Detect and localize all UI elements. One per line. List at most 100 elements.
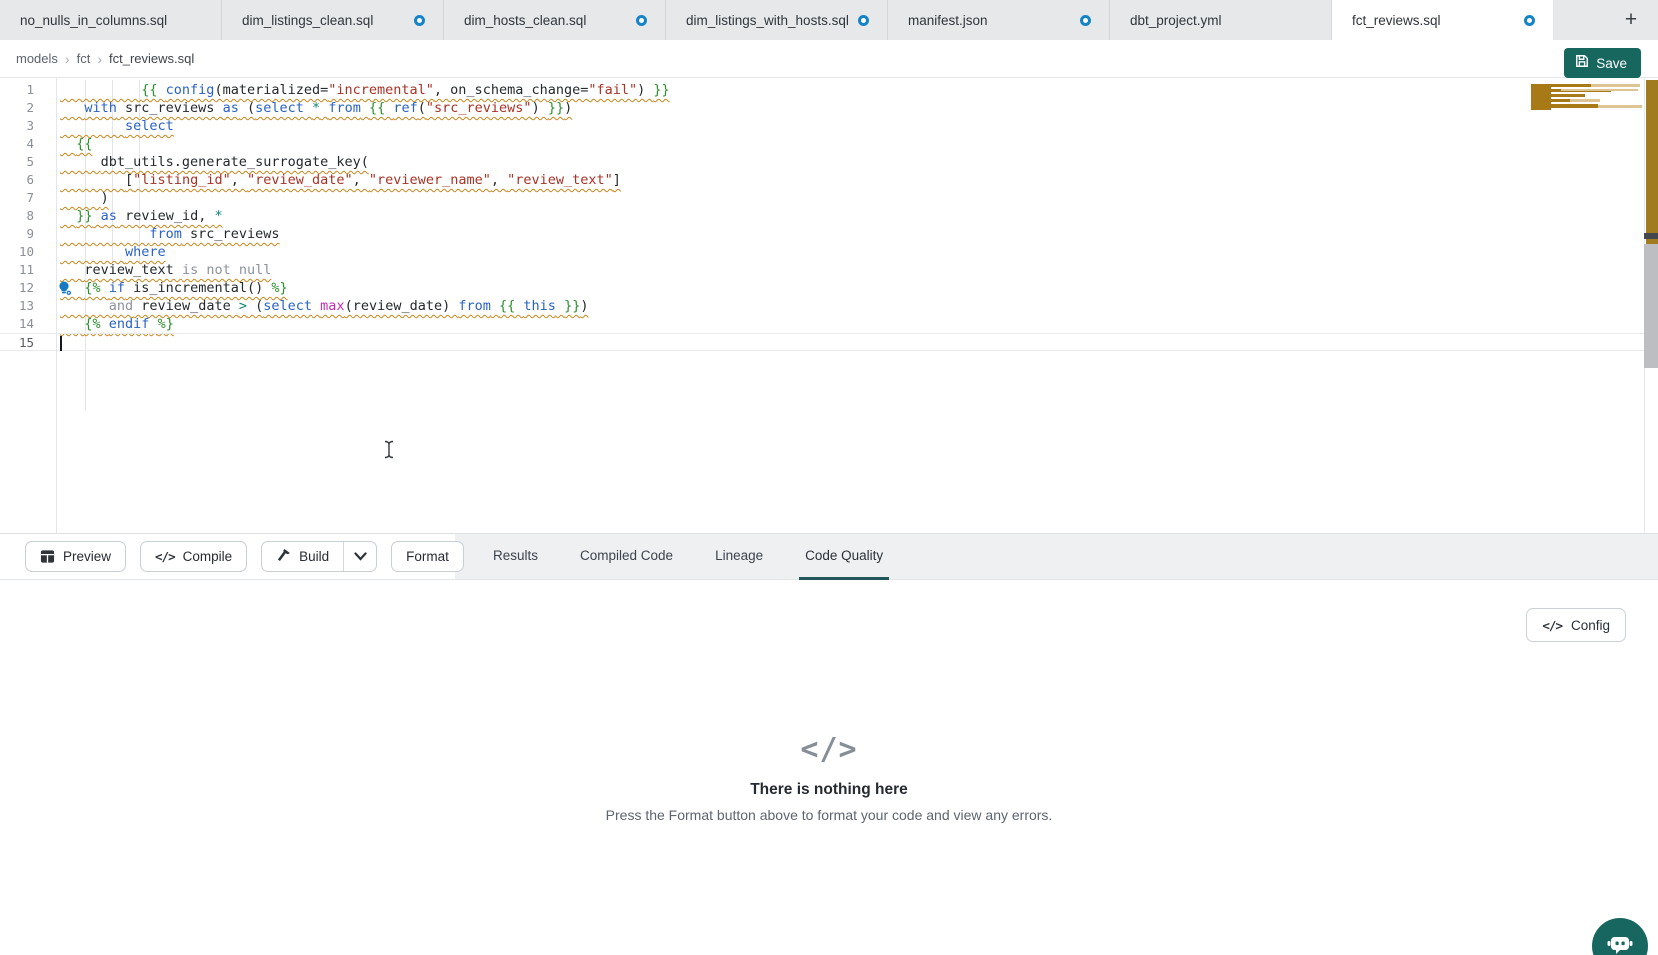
file-tab[interactable]: dbt_project.yml bbox=[1110, 0, 1332, 40]
result-tab-code-quality[interactable]: Code Quality bbox=[799, 534, 889, 580]
empty-state-title: There is nothing here bbox=[0, 781, 1658, 799]
plus-icon: + bbox=[1625, 8, 1637, 32]
code-line[interactable]: 1 {{ config(materialized="incremental", … bbox=[0, 81, 1644, 99]
file-tab-label: dim_hosts_clean.sql bbox=[464, 13, 586, 28]
action-buttons: Preview </> Compile Build bbox=[25, 541, 464, 572]
build-button-group: Build bbox=[261, 541, 377, 572]
compile-button[interactable]: </> Compile bbox=[140, 541, 247, 572]
breadcrumb-item[interactable]: fct_reviews.sql bbox=[109, 51, 194, 66]
line-number: 7 bbox=[0, 189, 34, 207]
build-button[interactable]: Build bbox=[262, 542, 343, 571]
file-tab[interactable]: manifest.json bbox=[888, 0, 1110, 40]
format-button[interactable]: Format bbox=[391, 541, 464, 572]
code-line-content: {% if is_incremental() %} bbox=[60, 280, 288, 296]
code-line-content: with src_reviews as (select * from {{ re… bbox=[60, 100, 572, 116]
scrollbar-thumb-marker[interactable] bbox=[1644, 233, 1658, 239]
line-number: 3 bbox=[0, 117, 34, 135]
build-options-button[interactable] bbox=[343, 542, 376, 571]
gutter-divider bbox=[56, 78, 57, 533]
chevron-down-icon bbox=[354, 548, 367, 566]
line-number: 13 bbox=[0, 297, 34, 315]
file-tab[interactable]: no_nulls_in_columns.sql bbox=[0, 0, 222, 40]
line-number: 12 bbox=[0, 279, 34, 297]
empty-state: </> There is nothing here Press the Form… bbox=[0, 580, 1658, 823]
line-number: 10 bbox=[0, 243, 34, 261]
format-button-label: Format bbox=[406, 549, 449, 564]
code-editor[interactable]: 1 {{ config(materialized="incremental", … bbox=[0, 78, 1658, 533]
code-line[interactable]: 2 with src_reviews as (select * from {{ … bbox=[0, 99, 1644, 117]
code-line-content: dbt_utils.generate_surrogate_key( bbox=[60, 154, 369, 170]
file-tab[interactable]: fct_reviews.sql bbox=[1332, 0, 1554, 40]
code-icon: </> bbox=[155, 549, 175, 564]
code-line[interactable]: 9 from src_reviews bbox=[0, 225, 1644, 243]
code-line[interactable]: 12 {% if is_incremental() %} bbox=[0, 279, 1644, 297]
breadcrumb-bar: models › fct › fct_reviews.sql Save bbox=[0, 40, 1658, 78]
file-tab[interactable]: dim_listings_clean.sql bbox=[222, 0, 444, 40]
code-line[interactable]: 13 and review_date > (select max(review_… bbox=[0, 297, 1644, 315]
save-button-label: Save bbox=[1596, 56, 1627, 71]
code-line-content: review_text is not null bbox=[60, 262, 271, 278]
breadcrumb-separator: › bbox=[97, 51, 102, 67]
file-tab-label: dim_listings_with_hosts.sql bbox=[686, 13, 848, 28]
text-cursor-pointer bbox=[383, 440, 395, 464]
new-tab-button[interactable]: + bbox=[1616, 0, 1646, 40]
line-number: 9 bbox=[0, 225, 34, 243]
code-line[interactable]: 8 }} as review_id, * bbox=[0, 207, 1644, 225]
line-number: 15 bbox=[0, 334, 34, 352]
line-number: 14 bbox=[0, 315, 34, 333]
breadcrumb-item[interactable]: models bbox=[16, 51, 58, 66]
file-tab[interactable]: dim_listings_with_hosts.sql bbox=[666, 0, 888, 40]
unsaved-indicator-icon bbox=[1524, 15, 1535, 26]
file-tab[interactable]: dim_hosts_clean.sql bbox=[444, 0, 666, 40]
breadcrumb-separator: › bbox=[65, 51, 70, 67]
lightbulb-code-action-icon[interactable] bbox=[56, 280, 73, 297]
code-line-content: {% endif %} bbox=[60, 316, 174, 332]
unsaved-indicator-icon bbox=[858, 15, 869, 26]
unsaved-indicator-icon bbox=[636, 15, 647, 26]
code-line-content: {{ config(materialized="incremental", on… bbox=[60, 82, 670, 98]
line-number: 11 bbox=[0, 261, 34, 279]
file-tab-label: no_nulls_in_columns.sql bbox=[20, 13, 167, 28]
code-line[interactable]: 3 select bbox=[0, 117, 1644, 135]
code-line-content: ["listing_id", "review_date", "reviewer_… bbox=[60, 172, 621, 188]
result-tab-compiled-code[interactable]: Compiled Code bbox=[574, 534, 679, 580]
file-tab-label: dim_listings_clean.sql bbox=[242, 13, 373, 28]
build-button-label: Build bbox=[299, 549, 329, 564]
code-line[interactable]: 5 dbt_utils.generate_surrogate_key( bbox=[0, 153, 1644, 171]
result-tab-lineage[interactable]: Lineage bbox=[709, 534, 769, 580]
code-line[interactable]: 14 {% endif %} bbox=[0, 315, 1644, 333]
line-number: 2 bbox=[0, 99, 34, 117]
save-button[interactable]: Save bbox=[1564, 48, 1641, 78]
breadcrumb-item[interactable]: fct bbox=[77, 51, 91, 66]
code-line[interactable]: 15 bbox=[0, 333, 1644, 351]
result-tabs: Results Compiled Code Lineage Code Quality bbox=[487, 534, 889, 580]
code-line[interactable]: 10 where bbox=[0, 243, 1644, 261]
code-line-content: from src_reviews bbox=[60, 226, 279, 242]
code-line-content: and review_date > (select max(review_dat… bbox=[60, 298, 588, 314]
preview-button-label: Preview bbox=[63, 549, 111, 564]
code-line[interactable]: 4 {{ bbox=[0, 135, 1644, 153]
result-tab-results[interactable]: Results bbox=[487, 534, 544, 580]
file-tab-bar: no_nulls_in_columns.sql dim_listings_clea… bbox=[0, 0, 1658, 40]
code-area[interactable]: 1 {{ config(materialized="incremental", … bbox=[0, 81, 1644, 351]
line-number: 5 bbox=[0, 153, 34, 171]
line-number: 1 bbox=[0, 81, 34, 99]
preview-button[interactable]: Preview bbox=[25, 541, 126, 572]
line-number: 4 bbox=[0, 135, 34, 153]
code-line[interactable]: 7 ) bbox=[0, 189, 1644, 207]
code-line[interactable]: 11 review_text is not null bbox=[0, 261, 1644, 279]
code-line-content: where bbox=[60, 244, 166, 260]
code-quality-panel: </> Config </> There is nothing here Pre… bbox=[0, 580, 1658, 955]
code-line[interactable]: 6 ["listing_id", "review_date", "reviewe… bbox=[0, 171, 1644, 189]
breadcrumb: models › fct › fct_reviews.sql bbox=[16, 51, 194, 67]
file-tab-label: manifest.json bbox=[908, 13, 988, 28]
scrollbar-thumb[interactable] bbox=[1644, 244, 1658, 368]
code-line-content: }} as review_id, * bbox=[60, 208, 223, 224]
compile-button-label: Compile bbox=[183, 549, 233, 564]
code-line-content: {{ bbox=[60, 136, 93, 152]
empty-state-subtitle: Press the Format button above to format … bbox=[0, 807, 1658, 823]
file-tab-label: fct_reviews.sql bbox=[1352, 13, 1441, 28]
text-caret bbox=[60, 336, 62, 351]
code-icon: </> bbox=[0, 732, 1658, 767]
hammer-icon bbox=[276, 548, 291, 566]
